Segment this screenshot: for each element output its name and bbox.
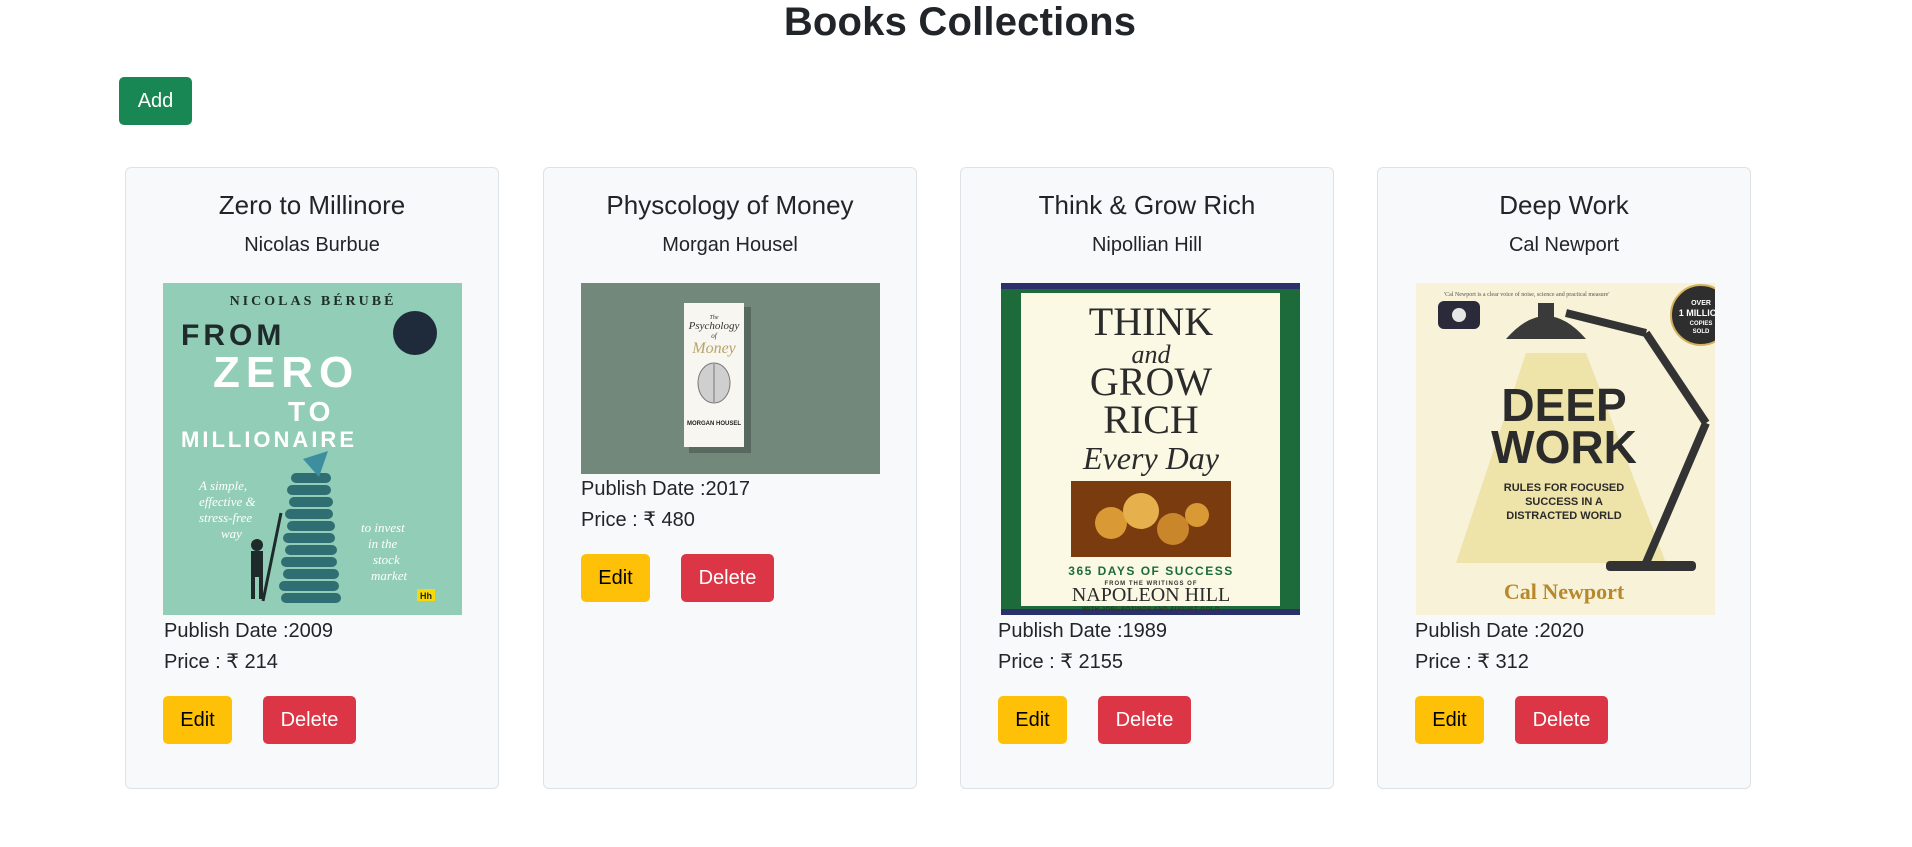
svg-text:MILLIONAIRE: MILLIONAIRE (181, 427, 357, 452)
book-title: Think & Grow Rich (1038, 190, 1256, 220)
svg-text:market: market (371, 568, 407, 583)
svg-text:Money: Money (691, 340, 736, 357)
book-title: Deep Work (1499, 190, 1629, 220)
svg-text:COPIES: COPIES (1690, 321, 1713, 327)
book-cover-image: THINK and GROW RICH Every Day 365 DAYS O… (1001, 283, 1300, 615)
svg-text:RICH: RICH (1103, 397, 1199, 442)
book-card: Deep Work Cal Newport OVER 1 MILLION COP… (1377, 167, 1751, 789)
svg-text:OVER: OVER (1691, 300, 1711, 307)
book-author: Nipollian Hill (1091, 234, 1203, 256)
publish-date: Publish Date :2017 (581, 478, 751, 500)
svg-text:to invest: to invest (361, 520, 405, 535)
price: Price : ₹ 480 (581, 509, 695, 531)
publish-date: Publish Date :2009 (164, 620, 334, 642)
book-author: Cal Newport (1508, 234, 1620, 256)
svg-text:'Cal Newport is a clear voice: 'Cal Newport is a clear voice of noise, … (1444, 291, 1609, 298)
delete-button[interactable]: Delete (1515, 696, 1608, 744)
publish-date: Publish Date :1989 (998, 620, 1168, 642)
svg-text:way: way (221, 526, 242, 541)
svg-text:in the: in the (368, 536, 397, 551)
svg-text:Cal Newport: Cal Newport (1504, 579, 1625, 604)
delete-button[interactable]: Delete (681, 554, 774, 602)
book-card: Physcology of Money Morgan Housel The Ps… (543, 167, 917, 789)
svg-text:DISTRACTED WORLD: DISTRACTED WORLD (1506, 510, 1622, 522)
svg-text:ZERO: ZERO (213, 348, 359, 397)
edit-button[interactable]: Edit (163, 696, 232, 744)
book-card: Zero to Millinore Nicolas Burbue NICOLAS… (125, 167, 499, 789)
book-card: Think & Grow Rich Nipollian Hill THINK a… (960, 167, 1334, 789)
svg-text:A simple,: A simple, (198, 478, 247, 493)
book-cover-image: NICOLAS BÉRUBÉ FROM ZERO TO MILLIONAIRE … (163, 283, 462, 615)
publish-date: Publish Date :2020 (1415, 620, 1585, 642)
add-book-button[interactable]: Add (119, 77, 192, 125)
edit-button[interactable]: Edit (581, 554, 650, 602)
book-author: Nicolas Burbue (244, 234, 380, 256)
svg-text:WORK: WORK (1491, 421, 1637, 473)
svg-text:stock: stock (373, 552, 400, 567)
svg-text:SOLD: SOLD (1693, 329, 1710, 335)
svg-text:NICOLAS BÉRUBÉ: NICOLAS BÉRUBÉ (230, 292, 397, 309)
price: Price : ₹ 214 (164, 651, 278, 673)
svg-text:NAPOLEON HILL: NAPOLEON HILL (1072, 584, 1230, 606)
svg-text:MORGAN HOUSEL: MORGAN HOUSEL (687, 421, 741, 427)
edit-button[interactable]: Edit (1415, 696, 1484, 744)
delete-button[interactable]: Delete (263, 696, 356, 744)
svg-text:365 DAYS OF SUCCESS: 365 DAYS OF SUCCESS (1068, 564, 1233, 578)
edit-button[interactable]: Edit (998, 696, 1067, 744)
svg-text:RULES FOR FOCUSED: RULES FOR FOCUSED (1504, 482, 1624, 494)
svg-text:stress-free: stress-free (199, 510, 252, 525)
price: Price : ₹ 312 (1415, 651, 1529, 673)
svg-text:SUCCESS IN A: SUCCESS IN A (1525, 496, 1603, 508)
book-title: Zero to Millinore (218, 190, 406, 220)
svg-text:THINK: THINK (1089, 299, 1214, 344)
svg-text:Every Day: Every Day (1082, 440, 1220, 476)
svg-text:Psychology: Psychology (688, 320, 740, 332)
book-cover-image: OVER 1 MILLION COPIES SOLD 'Cal Newport … (1416, 283, 1715, 615)
page-title: Books Collections (783, 0, 1137, 44)
svg-text:TO: TO (288, 396, 334, 427)
svg-text:Hh: Hh (420, 591, 432, 601)
price: Price : ₹ 2155 (998, 651, 1124, 673)
book-author: Morgan Housel (662, 234, 798, 256)
book-cover-image: The Psychology of Money MORGAN HOUSEL (581, 283, 880, 474)
book-title: Physcology of Money (606, 190, 854, 220)
svg-text:WITH JOEL FOTINOS AND AUGUST G: WITH JOEL FOTINOS AND AUGUST GOLD (1082, 607, 1220, 613)
svg-text:1 MILLION: 1 MILLION (1679, 308, 1715, 318)
delete-button[interactable]: Delete (1098, 696, 1191, 744)
svg-text:effective &: effective & (199, 494, 257, 509)
